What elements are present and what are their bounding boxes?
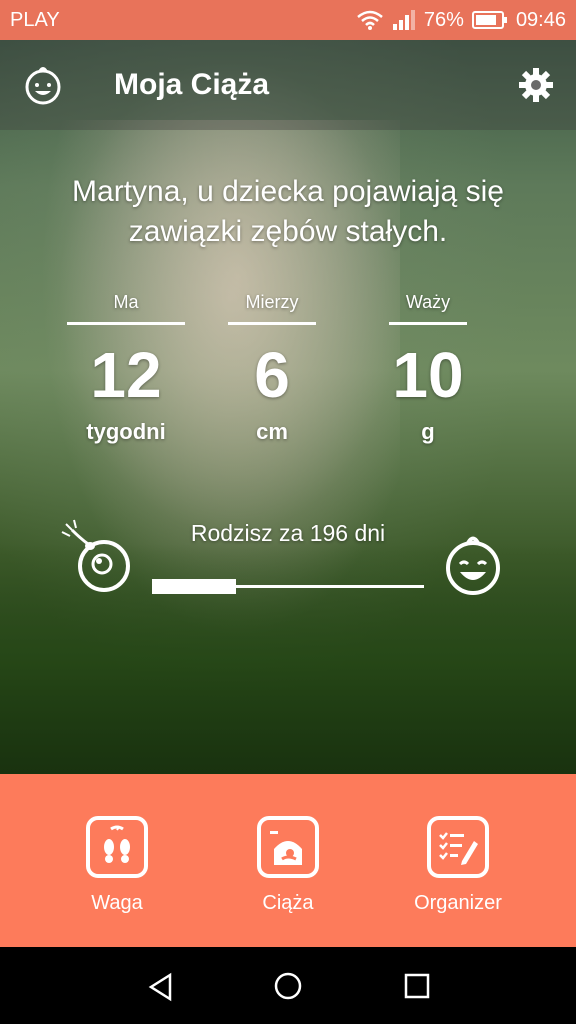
pregnancy-progress-fill bbox=[152, 579, 237, 594]
fact-headline: Martyna, u dziecka pojawiają się zawiązk… bbox=[72, 175, 504, 248]
conception-icon bbox=[61, 519, 130, 592]
clock: 09:46 bbox=[515, 8, 566, 31]
status-bar: PLAY 76% 09:46 bbox=[0, 0, 576, 40]
pregnancy-progress-bar bbox=[152, 579, 424, 594]
stat-age-label: Ma bbox=[113, 292, 139, 312]
nav-organizer-label: Organizer bbox=[414, 892, 502, 914]
nav-waga-button[interactable]: Waga bbox=[37, 816, 197, 915]
stat-weight-unit: g bbox=[421, 419, 435, 444]
stat-divider bbox=[389, 322, 467, 325]
app-title: Moja Ciąża bbox=[114, 68, 270, 101]
stat-divider bbox=[67, 322, 185, 325]
carrier-label: PLAY bbox=[10, 8, 60, 31]
recents-icon[interactable] bbox=[403, 972, 431, 1000]
stat-age-value: 12 bbox=[90, 339, 162, 411]
battery-icon bbox=[471, 11, 507, 29]
ultrasound-icon bbox=[257, 816, 319, 878]
stat-divider bbox=[228, 322, 316, 325]
system-navigation-bar bbox=[0, 947, 576, 1024]
due-date-text: Rodzisz za 196 dni bbox=[190, 520, 386, 546]
nav-waga-label: Waga bbox=[91, 892, 143, 914]
gear-icon[interactable] bbox=[518, 67, 554, 103]
status-icons: 76% 09:46 bbox=[356, 9, 566, 32]
baby-face-icon[interactable] bbox=[22, 65, 64, 105]
baby-face-icon bbox=[446, 536, 500, 595]
stat-length-label: Mierzy bbox=[245, 292, 299, 312]
nav-organizer-button[interactable]: Organizer bbox=[378, 816, 538, 915]
nav-ciaza-label: Ciąża bbox=[262, 892, 314, 914]
stat-weight: Waży 10 g bbox=[389, 290, 467, 447]
stat-length-unit: cm bbox=[256, 419, 288, 444]
stat-length-value: 6 bbox=[254, 339, 290, 411]
app-bar: Moja Ciąża bbox=[0, 40, 576, 130]
nav-ciaza-button[interactable]: Ciąża bbox=[208, 816, 368, 915]
signal-icon bbox=[392, 10, 415, 30]
stat-age: Ma 12 tygodni bbox=[67, 290, 185, 447]
bottom-navigation: Waga Ciąża Organizer bbox=[0, 774, 576, 947]
stat-weight-value: 10 bbox=[392, 339, 464, 411]
stat-weight-label: Waży bbox=[405, 292, 451, 312]
scale-icon bbox=[86, 816, 148, 878]
stat-length: Mierzy 6 cm bbox=[228, 290, 316, 447]
battery-level: 76% bbox=[423, 8, 464, 31]
wifi-icon bbox=[357, 10, 383, 30]
checklist-icon bbox=[427, 816, 489, 878]
home-icon[interactable] bbox=[273, 971, 303, 1001]
stat-age-unit: tygodni bbox=[86, 419, 166, 444]
back-icon[interactable] bbox=[146, 972, 176, 1002]
